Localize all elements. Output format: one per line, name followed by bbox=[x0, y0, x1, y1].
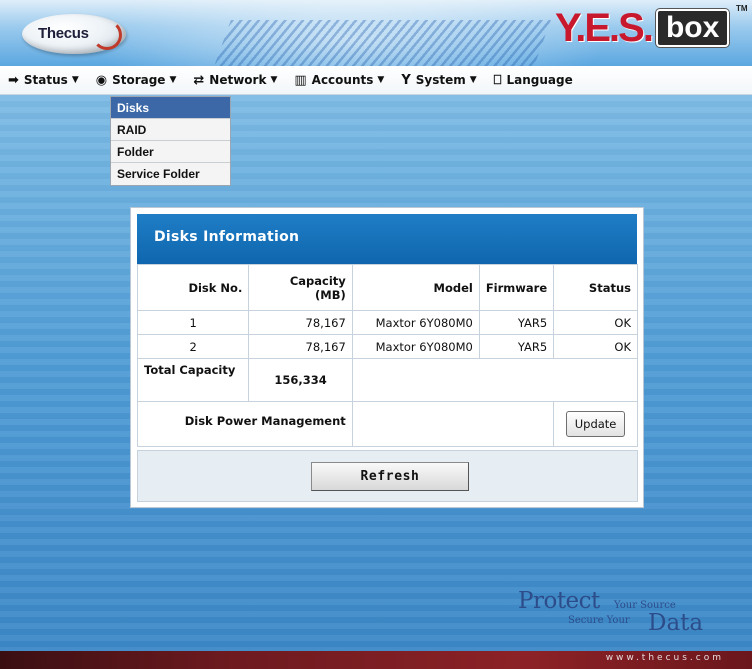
system-icon: Y bbox=[401, 72, 411, 88]
col-capacity: Capacity (MB) bbox=[248, 264, 353, 311]
menu-system-label: System bbox=[415, 73, 466, 87]
tagline-secure-your: Secure Your bbox=[568, 615, 630, 626]
submenu-item-raid[interactable]: RAID bbox=[111, 119, 230, 141]
chevron-down-icon: ▼ bbox=[469, 75, 477, 85]
network-icon: ⇄ bbox=[193, 72, 205, 88]
menu-network-label: Network bbox=[209, 73, 267, 87]
menu-status-label: Status bbox=[23, 73, 68, 87]
cell-disk-no: 1 bbox=[136, 310, 250, 335]
cell-firmware: YAR5 bbox=[478, 310, 555, 335]
menu-language-label: Language bbox=[506, 73, 573, 87]
cell-capacity: 78,167 bbox=[248, 310, 353, 335]
status-icon: ➡ bbox=[8, 72, 19, 88]
chevron-down-icon: ▼ bbox=[270, 75, 278, 85]
menu-status[interactable]: ➡ Status ▼ bbox=[8, 73, 79, 88]
table-row: 1 78,167 Maxtor 6Y080M0 YAR5 OK bbox=[136, 310, 638, 335]
total-capacity-value: 156,334 bbox=[248, 358, 353, 402]
main-menu-bar: ➡ Status ▼ ◉ Storage ▼ ⇄ Network ▼ ▥ Acc… bbox=[0, 66, 752, 95]
disk-icon: ◉ bbox=[95, 72, 108, 88]
total-capacity-row: Total Capacity 156,334 bbox=[136, 358, 639, 402]
col-disk-no: Disk No. bbox=[136, 264, 250, 311]
total-capacity-empty bbox=[351, 358, 639, 402]
footer-url[interactable]: www.thecus.com bbox=[606, 653, 724, 663]
menu-language[interactable]: ⎕ Language bbox=[494, 73, 573, 88]
language-icon: ⎕ bbox=[493, 72, 502, 88]
header-banner: Thecus Y.E.S. box TM bbox=[0, 0, 752, 66]
cell-capacity: 78,167 bbox=[248, 334, 353, 359]
accounts-icon: ▥ bbox=[294, 72, 307, 88]
cell-model: Maxtor 6Y080M0 bbox=[351, 310, 480, 335]
menu-storage[interactable]: ◉ Storage ▼ bbox=[96, 73, 177, 88]
panel-title: Disks Information bbox=[137, 214, 637, 264]
header-pattern bbox=[209, 20, 551, 66]
cell-model: Maxtor 6Y080M0 bbox=[351, 334, 480, 359]
chevron-down-icon: ▼ bbox=[71, 75, 79, 85]
menu-network[interactable]: ⇄ Network ▼ bbox=[193, 73, 277, 88]
update-button[interactable]: Update bbox=[565, 411, 626, 437]
update-cell: Update bbox=[553, 401, 638, 447]
chevron-down-icon: ▼ bbox=[377, 75, 385, 85]
box-logo-badge: box bbox=[655, 9, 730, 47]
submenu-item-disks[interactable]: Disks bbox=[111, 97, 230, 119]
power-management-label: Disk Power Management bbox=[137, 401, 353, 447]
trademark-mark: TM bbox=[736, 4, 748, 13]
storage-submenu: Disks RAID Folder Service Folder bbox=[110, 96, 231, 186]
col-model: Model bbox=[351, 264, 480, 311]
cell-status: OK bbox=[553, 310, 638, 335]
menu-accounts-label: Accounts bbox=[311, 73, 374, 87]
cell-disk-no: 2 bbox=[136, 334, 250, 359]
disks-table: Disk No. Capacity (MB) Model Firmware St… bbox=[136, 264, 639, 447]
refresh-row: Refresh bbox=[137, 450, 638, 502]
yesbox-logo: Y.E.S. box bbox=[555, 6, 730, 50]
footer-bar: www.thecus.com bbox=[0, 651, 752, 669]
table-row: 2 78,167 Maxtor 6Y080M0 YAR5 OK bbox=[136, 334, 638, 359]
menu-system[interactable]: Y System ▼ bbox=[401, 73, 476, 88]
menu-storage-label: Storage bbox=[112, 73, 166, 87]
power-management-row: Disk Power Management Update bbox=[137, 401, 638, 447]
thecus-logo[interactable]: Thecus bbox=[22, 14, 130, 54]
disks-panel: Disks Information Disk No. Capacity (MB)… bbox=[130, 207, 644, 508]
cell-firmware: YAR5 bbox=[478, 334, 555, 359]
submenu-item-folder[interactable]: Folder bbox=[111, 141, 230, 163]
menu-accounts[interactable]: ▥ Accounts ▼ bbox=[294, 73, 384, 88]
submenu-item-service-folder[interactable]: Service Folder bbox=[111, 163, 230, 185]
col-status: Status bbox=[553, 264, 638, 311]
tagline: Protect Your Source Secure Your Data bbox=[518, 588, 718, 640]
brand-logo-text: Thecus bbox=[38, 25, 89, 42]
power-management-empty bbox=[351, 401, 555, 447]
logo-swirl-icon bbox=[92, 20, 122, 50]
yes-logo-text: Y.E.S. bbox=[555, 6, 654, 50]
tagline-protect: Protect bbox=[518, 588, 600, 614]
total-capacity-label: Total Capacity bbox=[136, 358, 250, 402]
col-firmware: Firmware bbox=[478, 264, 555, 311]
cell-status: OK bbox=[553, 334, 638, 359]
table-header-row: Disk No. Capacity (MB) Model Firmware St… bbox=[136, 264, 638, 311]
chevron-down-icon: ▼ bbox=[169, 75, 177, 85]
refresh-button[interactable]: Refresh bbox=[311, 462, 469, 491]
tagline-data: Data bbox=[648, 610, 704, 636]
